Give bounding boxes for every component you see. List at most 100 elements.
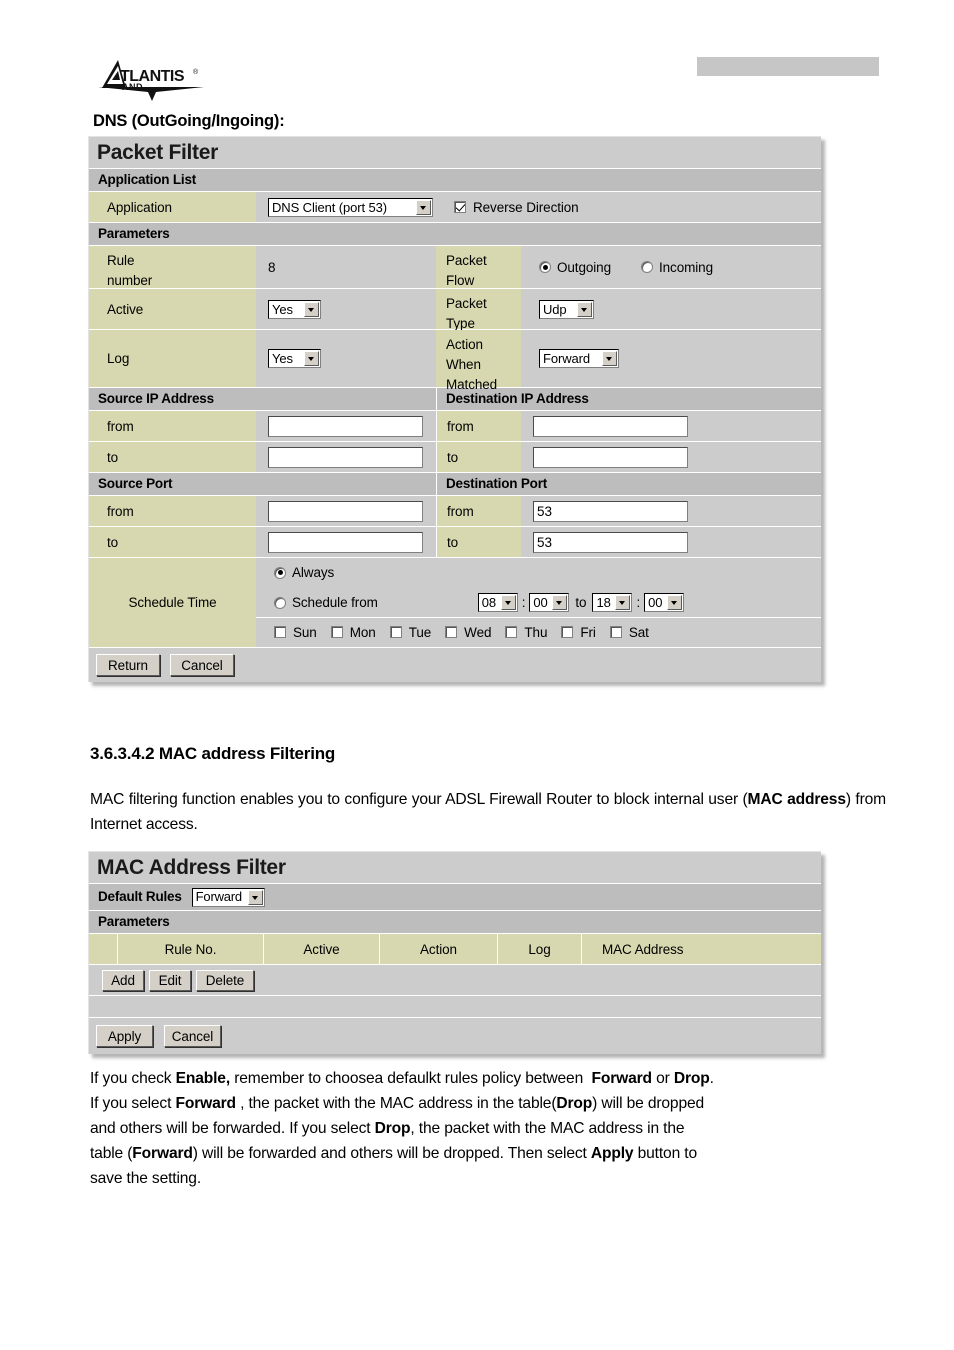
active-label: Active [89, 289, 256, 329]
apply-button[interactable]: Apply [96, 1025, 153, 1047]
schedule-start-min-value: 00 [533, 595, 548, 610]
destination-port-bar: Destination Port [436, 473, 821, 495]
delete-button[interactable]: Delete [196, 969, 254, 991]
radio-schedule-from[interactable] [274, 596, 286, 609]
mac-filter-description: If you check Enable, remember to choosea… [90, 1066, 886, 1191]
packet-filter-cancel-button[interactable]: Cancel [170, 654, 234, 676]
source-port-to-cell [256, 527, 436, 557]
checkbox-fri[interactable] [561, 626, 574, 638]
schedule-start-min-select[interactable]: 00 [529, 593, 570, 612]
mac-filtering-heading: 3.6.3.4.2 MAC address Filtering [90, 744, 336, 763]
dest-port-from-input[interactable] [533, 500, 688, 522]
desc-1a: If you check [90, 1070, 176, 1087]
col-rule-no: Rule No. [117, 934, 263, 964]
parameters-bar: Parameters [89, 222, 821, 245]
page-header: TLANTIS ® AND [0, 0, 954, 110]
add-button[interactable]: Add [102, 969, 144, 991]
col-mac-address: MAC Address [581, 934, 821, 964]
packet-type-label-cell: Packet Type [436, 289, 521, 331]
radio-incoming[interactable] [641, 261, 653, 273]
desc-4b: Forward [132, 1145, 193, 1162]
radio-outgoing[interactable] [539, 261, 551, 273]
application-select-cell: DNS Client (port 53) [256, 192, 436, 222]
col-active: Active [263, 934, 379, 964]
dest-port-from-cell [521, 496, 821, 526]
default-rules-label: Default Rules [98, 889, 182, 904]
chevron-down-icon [667, 595, 683, 610]
source-ip-from-input[interactable] [268, 415, 423, 437]
incoming-label: Incoming [659, 259, 713, 275]
source-port-from-input[interactable] [268, 500, 423, 522]
schedule-end-min-select[interactable]: 00 [644, 593, 685, 612]
chevron-down-icon [577, 301, 592, 317]
log-select[interactable]: Yes [268, 349, 321, 368]
default-rules-bar: Default Rules Forward [89, 883, 821, 910]
mac-intro-bold: MAC address [747, 791, 846, 808]
default-rules-select[interactable]: Forward [191, 887, 265, 907]
source-ip-from-label: from [89, 411, 256, 441]
schedule-end-min-value: 00 [648, 595, 663, 610]
schedule-time-options: Always Schedule from 08 : 00 to 18: 00 … [256, 558, 821, 647]
day-label-thu: Thu [524, 624, 548, 640]
edit-button[interactable]: Edit [149, 969, 191, 991]
checkbox-sat[interactable] [609, 626, 622, 638]
desc-3b: Drop [374, 1120, 411, 1137]
schedule-to-label: to [575, 595, 587, 610]
dest-port-from-label: from [436, 496, 521, 526]
schedule-end-hour-select[interactable]: 18 [592, 593, 633, 612]
day-label-fri: Fri [580, 624, 596, 640]
application-list-bar: Application List [89, 168, 821, 191]
chevron-down-icon [247, 889, 263, 905]
checkbox-mon[interactable] [330, 626, 343, 638]
chevron-down-icon [615, 595, 631, 610]
desc-5a: save the setting. [90, 1170, 202, 1187]
weekday-checkbox-row: Sun Mon Tue Wed Thu Fri Sat [256, 617, 821, 646]
desc-2c: , the packet with the MAC address in the… [235, 1095, 557, 1112]
schedule-start-hour-select[interactable]: 08 [477, 593, 518, 612]
reverse-direction-label: Reverse Direction [473, 199, 579, 215]
checkbox-sun[interactable] [274, 626, 286, 638]
action-when-matched-value: Forward [543, 351, 590, 366]
time-colon-2: : [636, 595, 641, 610]
checkbox-wed[interactable] [445, 626, 458, 638]
radio-always[interactable] [274, 566, 286, 579]
action-when-matched-select-cell: Forward [521, 330, 821, 387]
mac-filtering-intro: MAC filtering function enables you to co… [90, 787, 886, 837]
packet-filter-actions: Return Cancel [89, 647, 821, 682]
rule-number-row: Rule number 8 Packet Flow Outgoing Incomin… [89, 245, 821, 288]
application-row: Application DNS Client (port 53) Reverse… [89, 191, 821, 222]
return-button[interactable]: Return [96, 654, 160, 676]
source-port-to-input[interactable] [268, 531, 423, 553]
dest-port-to-input[interactable] [533, 531, 688, 553]
source-ip-bar: Source IP Address [98, 391, 214, 406]
dest-ip-from-input[interactable] [533, 415, 688, 437]
chevron-down-icon [552, 595, 568, 610]
checkbox-tue[interactable] [389, 626, 402, 638]
packet-type-select[interactable]: Udp [539, 299, 594, 319]
schedule-time-row: Schedule Time Always Schedule from 08 : … [89, 557, 821, 647]
dest-ip-to-input[interactable] [533, 446, 688, 468]
mac-address-filter-panel: MAC Address Filter Default Rules Forward… [88, 851, 821, 1054]
port-to-row: to to [89, 526, 821, 557]
schedule-time-pickers: 08 : 00 to 18 : 00 [477, 593, 685, 612]
active-select[interactable]: Yes [268, 299, 321, 319]
port-bars: Source Port Destination Port [89, 472, 821, 495]
packet-flow-label-cell: Packet Flow [436, 246, 521, 288]
desc-2a: If you select [90, 1095, 176, 1112]
desc-4d: Apply [590, 1145, 634, 1162]
source-ip-to-cell [256, 442, 436, 472]
reverse-direction-checkbox[interactable] [454, 201, 466, 213]
mac-filter-cancel-button[interactable]: Cancel [164, 1025, 221, 1047]
schedule-from-option-row: Schedule from 08 : 00 to 18: 00 [256, 587, 821, 617]
application-select-value: DNS Client (port 53) [272, 199, 388, 215]
chevron-down-icon [304, 301, 319, 317]
checkbox-thu[interactable] [505, 626, 518, 638]
svg-text:®: ® [193, 68, 199, 76]
desc-1e: or [651, 1070, 674, 1087]
log-label: Log [89, 330, 256, 387]
source-ip-to-input[interactable] [268, 446, 423, 468]
source-port-from-label: from [89, 496, 256, 526]
action-when-matched-select[interactable]: Forward [539, 349, 619, 368]
application-select[interactable]: DNS Client (port 53) [268, 197, 433, 217]
packet-filter-title: Packet Filter [89, 137, 821, 168]
